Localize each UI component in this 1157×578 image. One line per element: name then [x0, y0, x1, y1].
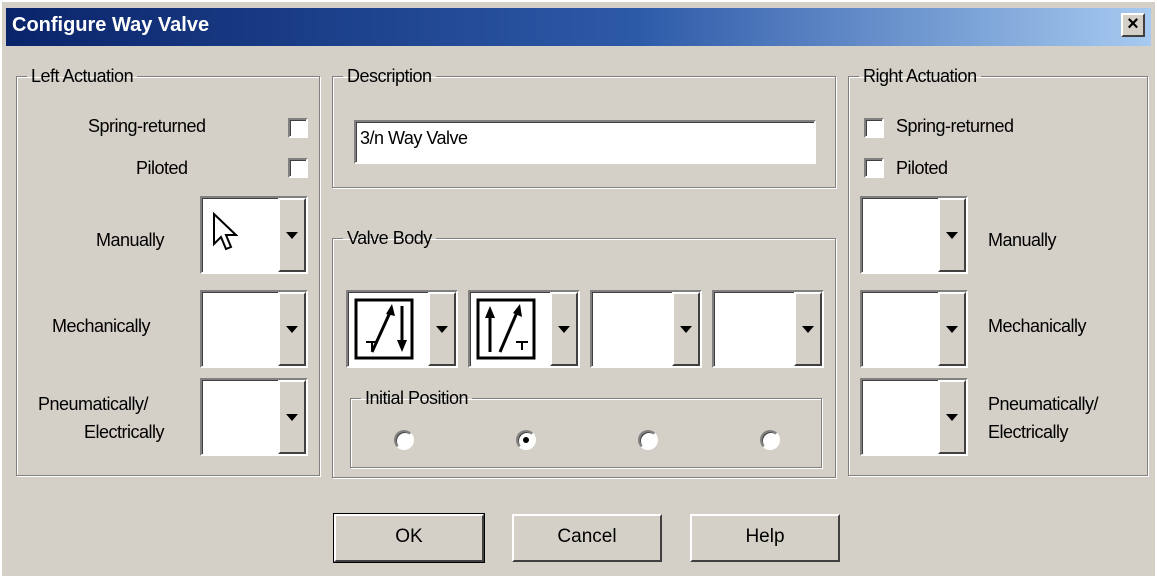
- right-spring-returned-label: Spring-returned: [896, 116, 1014, 136]
- valve-body-position-4-select[interactable]: [712, 290, 824, 368]
- right-mechanically-label: Mechanically: [988, 316, 1087, 336]
- right-actuation-legend: Right Actuation: [863, 66, 977, 86]
- chevron-down-icon[interactable]: [550, 292, 578, 366]
- right-manually-label: Manually: [988, 230, 1057, 250]
- description-legend: Description: [347, 66, 432, 86]
- chevron-down-icon[interactable]: [278, 198, 306, 272]
- left-electrically-label: Electrically: [84, 422, 165, 442]
- initial-position-radio-4[interactable]: [760, 430, 780, 450]
- chevron-down-icon[interactable]: [794, 292, 822, 366]
- close-icon: ×: [1127, 13, 1139, 35]
- initial-position-radio-2[interactable]: [516, 430, 536, 450]
- left-pneumatically-label: Pneumatically/: [38, 394, 149, 414]
- left-mechanically-label: Mechanically: [52, 316, 151, 336]
- ok-button[interactable]: OK: [333, 513, 485, 563]
- chevron-down-icon[interactable]: [278, 380, 306, 454]
- help-button[interactable]: Help: [690, 514, 840, 562]
- valve-body-position-2-select[interactable]: [468, 290, 580, 368]
- cancel-button[interactable]: Cancel: [512, 514, 662, 562]
- valve-symbol-icon: [476, 298, 536, 360]
- window-title: Configure Way Valve: [12, 14, 210, 36]
- mouse-pointer-icon: [213, 212, 238, 251]
- valve-body-legend: Valve Body: [347, 228, 432, 248]
- right-spring-returned-checkbox[interactable]: [864, 118, 884, 138]
- close-button[interactable]: ×: [1121, 13, 1145, 37]
- initial-position-legend: Initial Position: [365, 388, 469, 408]
- right-mechanically-select[interactable]: [860, 290, 968, 368]
- initial-position-radio-1[interactable]: [394, 430, 414, 450]
- right-electrically-label: Electrically: [988, 422, 1069, 442]
- chevron-down-icon[interactable]: [428, 292, 456, 366]
- right-piloted-label: Piloted: [896, 158, 948, 178]
- left-manually-select[interactable]: [200, 196, 308, 274]
- description-input[interactable]: 3/n Way Valve: [354, 120, 816, 164]
- chevron-down-icon[interactable]: [938, 198, 966, 272]
- left-manually-label: Manually: [96, 230, 165, 250]
- valve-symbol-icon: [354, 298, 414, 360]
- right-pneumatically-label: Pneumatically/: [988, 394, 1099, 414]
- left-piloted-label: Piloted: [136, 158, 188, 178]
- valve-body-position-3-select[interactable]: [590, 290, 702, 368]
- right-manually-select[interactable]: [860, 196, 968, 274]
- left-pneumatically-select[interactable]: [200, 378, 308, 456]
- left-mechanically-select[interactable]: [200, 290, 308, 368]
- chevron-down-icon[interactable]: [672, 292, 700, 366]
- initial-position-radio-3[interactable]: [638, 430, 658, 450]
- valve-body-position-1-select[interactable]: [346, 290, 458, 368]
- left-piloted-checkbox[interactable]: [288, 158, 308, 178]
- title-bar[interactable]: Configure Way Valve ×: [6, 8, 1151, 46]
- left-spring-returned-label: Spring-returned: [88, 116, 206, 136]
- right-pneumatically-select[interactable]: [860, 378, 968, 456]
- right-piloted-checkbox[interactable]: [864, 158, 884, 178]
- chevron-down-icon[interactable]: [938, 292, 966, 366]
- chevron-down-icon[interactable]: [278, 292, 306, 366]
- left-actuation-legend: Left Actuation: [31, 66, 134, 86]
- configure-way-valve-dialog: Configure Way Valve × Left Actuation Spr…: [2, 2, 1155, 576]
- left-spring-returned-checkbox[interactable]: [288, 118, 308, 138]
- chevron-down-icon[interactable]: [938, 380, 966, 454]
- initial-position-group: Initial Position: [350, 388, 822, 468]
